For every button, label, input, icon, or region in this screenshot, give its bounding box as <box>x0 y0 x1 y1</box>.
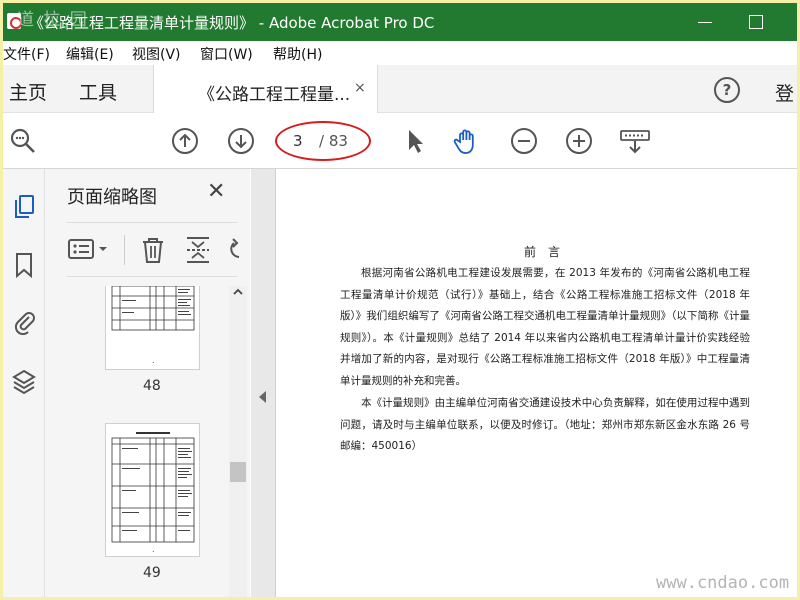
next-page-icon[interactable] <box>227 127 255 155</box>
hand-tool-icon[interactable] <box>453 127 481 155</box>
thumbnail-page-number: 49 <box>143 565 161 581</box>
zoom-in-icon[interactable] <box>565 127 593 155</box>
bookmarks-icon[interactable] <box>11 251 37 279</box>
fit-page-icon[interactable] <box>619 127 651 155</box>
document-paragraph: 本《计量规则》由主编单位河南省交通建设技术中心负责解释，如在使用过程中遇到问题，… <box>340 397 750 453</box>
scrollbar-thumb[interactable] <box>230 462 246 482</box>
document-paragraph: 根据河南省公路机电工程建设发展需要，在 2013 年发布的《河南省公路机电工程工… <box>340 267 750 387</box>
previous-page-icon[interactable] <box>171 127 199 155</box>
menu-view[interactable]: 视图(V) <box>132 44 181 64</box>
thumbnail-options-icon[interactable] <box>67 235 111 265</box>
thumbnail-page-number: 48 <box>143 378 161 394</box>
tab-bar: 主页 工具 《公路工程工程量... × ? 登 <box>3 65 797 114</box>
select-cursor-icon[interactable] <box>401 127 429 155</box>
thumbnail-page-48[interactable]: . <box>105 286 200 370</box>
menu-file[interactable]: 文件(F) <box>3 44 50 64</box>
tab-document[interactable]: 《公路工程工程量... × <box>153 65 378 114</box>
thumbnails-panel: 页面缩略图 ✕ . 48 . 49 <box>45 169 250 597</box>
title-bar: 道 拉 园 《公路工程工程量清单计量规则》 - Adobe Acrobat Pr… <box>3 3 797 41</box>
window-title: 《公路工程工程量清单计量规则》 - Adobe Acrobat Pro DC <box>29 14 435 32</box>
rotate-page-icon[interactable] <box>225 237 241 263</box>
document-heading: 前言 <box>524 245 573 259</box>
maximize-button[interactable] <box>743 9 769 35</box>
navigation-pane-strip <box>3 169 45 597</box>
toolbar: 3 / 83 <box>3 113 797 169</box>
minimize-button[interactable] <box>693 9 719 35</box>
site-watermark: www.cndao.com <box>656 573 790 593</box>
page-number-highlight-annotation <box>275 121 371 161</box>
menu-help[interactable]: 帮助(H) <box>273 44 322 64</box>
thumbnail-page-dot: . <box>152 545 155 554</box>
tab-close-button[interactable]: × <box>354 80 366 96</box>
menu-bar: 文件(F) 编辑(E) 视图(V) 窗口(W) 帮助(H) <box>3 41 797 65</box>
panel-toolbar-divider <box>124 235 125 265</box>
panel-collapse-handle[interactable] <box>251 169 275 597</box>
sign-in-button[interactable]: 登 <box>775 79 794 106</box>
help-button[interactable]: ? <box>714 77 740 103</box>
document-page: 前言 根据河南省公路机电工程建设发展需要，在 2013 年发布的《河南省公路机电… <box>275 169 797 597</box>
tab-document-label: 《公路工程工程量... <box>198 85 351 105</box>
panel-toolbar <box>67 231 242 271</box>
scroll-up-icon[interactable] <box>232 286 244 298</box>
tab-tools[interactable]: 工具 <box>79 78 117 105</box>
panel-title: 页面缩略图 <box>67 187 157 208</box>
acrobat-window: 道 拉 园 《公路工程工程量清单计量规则》 - Adobe Acrobat Pr… <box>3 3 797 597</box>
thumbnail-page-49[interactable]: . <box>105 423 200 557</box>
panel-close-button[interactable]: ✕ <box>207 179 225 204</box>
thumbnail-table-preview <box>111 432 195 543</box>
attachments-icon[interactable] <box>11 307 37 335</box>
find-zoom-icon[interactable] <box>9 127 37 155</box>
panel-divider <box>67 276 237 277</box>
menu-edit[interactable]: 编辑(E) <box>66 44 114 64</box>
insert-page-icon[interactable] <box>184 235 212 265</box>
delete-page-icon[interactable] <box>139 235 167 265</box>
layers-icon[interactable] <box>11 367 37 395</box>
tab-home[interactable]: 主页 <box>9 78 47 105</box>
menu-window[interactable]: 窗口(W) <box>200 44 253 64</box>
collapse-left-icon <box>259 391 266 403</box>
thumbnail-scrollbar[interactable] <box>229 286 247 597</box>
zoom-out-icon[interactable] <box>510 127 538 155</box>
panel-divider <box>67 222 237 223</box>
page-thumbnails-icon[interactable] <box>11 193 37 221</box>
thumbnail-page-dot: . <box>152 356 155 365</box>
